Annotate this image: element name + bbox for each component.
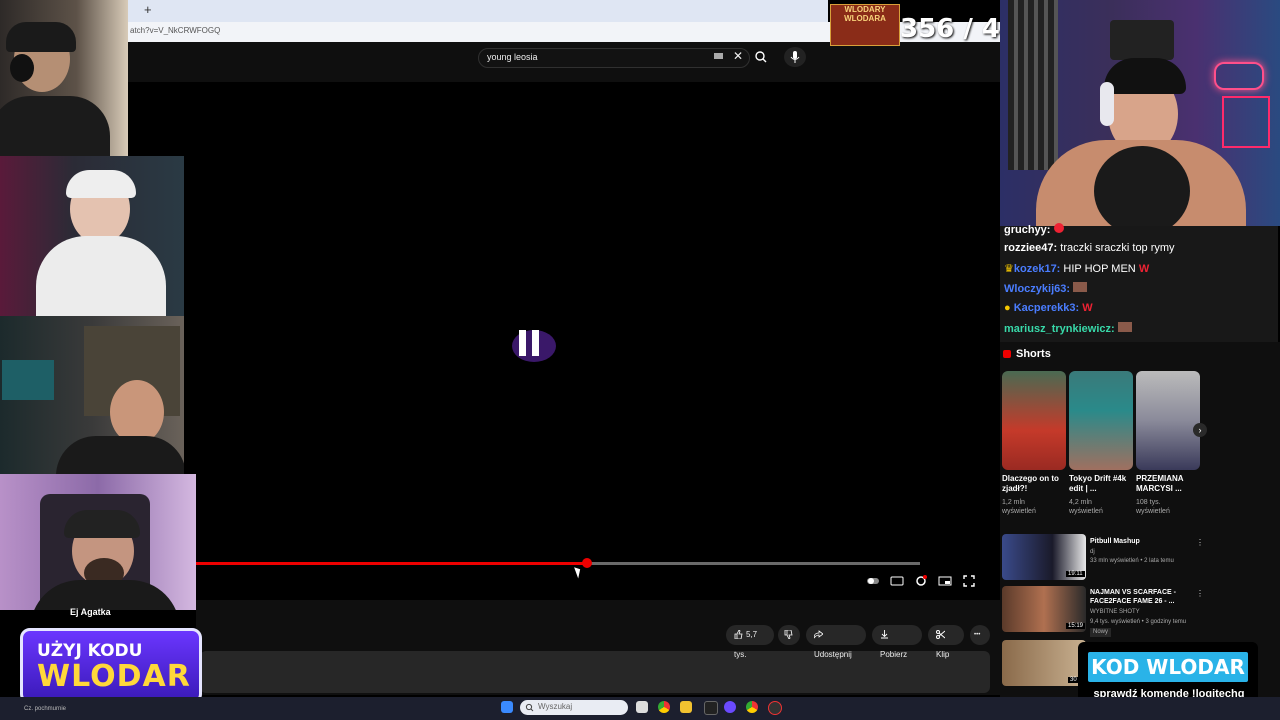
like-button[interactable]: 5,7 tys. xyxy=(726,625,774,659)
chevron-right-icon[interactable]: › xyxy=(1193,423,1207,437)
video-duration: 19:11 xyxy=(1066,571,1085,577)
w-emote-icon: W xyxy=(1138,263,1150,275)
search-icon xyxy=(755,51,767,63)
chrome-icon[interactable] xyxy=(746,701,758,713)
wlodary-badge: WLODARY WLODARA xyxy=(830,4,900,46)
autoplay-toggle[interactable] xyxy=(866,574,880,588)
short-title[interactable]: Dlaczego on to zjadł?! xyxy=(1002,474,1060,494)
webcam-4 xyxy=(0,474,196,610)
webcam-2 xyxy=(0,156,184,316)
clip-label: Klip xyxy=(936,650,950,659)
taskbar-search[interactable]: Wyszukaj xyxy=(520,700,628,715)
download-label: Pobierz xyxy=(880,650,908,659)
voice-search-button[interactable] xyxy=(784,47,806,67)
keyboard-icon[interactable] xyxy=(714,53,723,59)
thumbs-up-icon xyxy=(734,629,743,640)
video-meta: 33 mln wyświetleń • 2 lata temu xyxy=(1090,558,1174,564)
chat-message: Wloczykij63: xyxy=(1004,282,1088,295)
webcam-1 xyxy=(0,0,128,156)
short-views: 1,2 mln wyświetleń xyxy=(1002,499,1036,515)
chat-message: ● Kacperekk3: W xyxy=(1004,302,1093,314)
app-icon[interactable] xyxy=(724,701,736,713)
search-input[interactable]: young leosia ✕ xyxy=(478,48,750,68)
download-button[interactable]: Pobierz xyxy=(872,625,922,659)
chat-message: ♛kozek17: HIP HOP MEN W xyxy=(1004,263,1150,275)
thumbs-down-icon xyxy=(784,629,793,641)
badge-icon: ● xyxy=(1004,302,1011,314)
share-icon xyxy=(813,630,824,640)
share-label: Udostępnij xyxy=(814,650,852,659)
video-title[interactable]: Pitbull Mashup xyxy=(1090,537,1190,546)
cam-caption: Ej Agatka xyxy=(70,607,111,617)
progress-scrubber[interactable] xyxy=(582,558,592,568)
browser-tab-bar: + xyxy=(128,0,828,22)
taskbar-search-placeholder: Wyszukaj xyxy=(538,702,573,711)
new-tab-button[interactable]: + xyxy=(144,2,152,17)
crown-icon: ♛ xyxy=(1004,263,1014,275)
short-title[interactable]: PRZEMIANA MARCYSI ... xyxy=(1136,474,1194,494)
scissors-icon xyxy=(936,630,946,640)
video-meta: 9,4 tys. wyświetleń • 3 godziny temu xyxy=(1090,619,1187,625)
video-channel[interactable]: WYBITNE SHOTY xyxy=(1090,608,1200,617)
new-badge: Nowy xyxy=(1090,628,1112,637)
settings-gear-icon[interactable] xyxy=(914,574,928,588)
more-options-icon[interactable]: ⋮ xyxy=(1196,538,1204,547)
chat-message: mariusz_trynkiewicz: xyxy=(1004,322,1132,335)
short-thumbnail[interactable] xyxy=(1002,371,1066,470)
progress-played xyxy=(196,562,587,565)
mic-icon xyxy=(790,51,800,63)
chat-message: rozziee47: traczki sraczki top rymy xyxy=(1004,242,1175,254)
w-emote-icon: W xyxy=(1082,302,1093,314)
streamer-webcam xyxy=(1000,0,1280,250)
description-box[interactable] xyxy=(200,651,990,693)
url-text: atch?v=V_NkCRWFOGQ xyxy=(130,26,221,35)
shorts-icon xyxy=(1003,350,1011,358)
kod-title: KOD WLODAR xyxy=(1088,652,1248,682)
video-channel[interactable]: dj xyxy=(1090,548,1200,557)
more-actions-button[interactable]: ••• xyxy=(970,625,990,645)
app-icon[interactable] xyxy=(704,701,718,715)
windows-start-icon[interactable] xyxy=(501,701,513,713)
video-title[interactable]: NAJMAN VS SCARFACE - FACE2FACE FAME 26 -… xyxy=(1090,588,1190,606)
dislike-button[interactable] xyxy=(778,625,800,645)
shorts-heading: Shorts xyxy=(1016,348,1051,360)
short-views: 4,2 mln wyświetleń xyxy=(1069,499,1103,515)
clip-button[interactable]: Klip xyxy=(928,625,964,659)
more-options-icon[interactable]: ⋮ xyxy=(1196,589,1204,598)
promo-code-banner: UŻYJ KODU WLODAR xyxy=(20,628,202,704)
video-duration: 15:19 xyxy=(1066,623,1086,629)
emote-icon xyxy=(1053,223,1064,233)
promo-line2: WLODAR xyxy=(37,659,191,694)
promo-line1: UŻYJ KODU xyxy=(37,641,143,661)
chat-panel: gruchyy: rozziee47: traczki sraczki top … xyxy=(1000,223,1278,342)
download-icon xyxy=(881,630,888,639)
short-thumbnail[interactable] xyxy=(1069,371,1133,470)
short-title[interactable]: Tokyo Drift #4k edit | ... xyxy=(1069,474,1127,494)
file-explorer-icon[interactable] xyxy=(680,701,692,713)
clear-search-button[interactable]: ✕ xyxy=(733,49,743,63)
fullscreen-icon[interactable] xyxy=(962,574,976,588)
search-query: young leosia xyxy=(487,52,538,62)
subtitles-icon[interactable] xyxy=(890,574,904,588)
app-icon[interactable] xyxy=(768,701,782,715)
search-icon xyxy=(525,703,534,712)
miniplayer-icon[interactable] xyxy=(938,574,952,588)
short-views: 108 tys. wyświetleń xyxy=(1136,499,1170,515)
share-button[interactable]: Udostępnij xyxy=(806,625,866,659)
emote-icon xyxy=(1117,322,1132,332)
weather-widget[interactable]: Cz. pochmurnie xyxy=(24,706,66,712)
search-button[interactable] xyxy=(750,48,772,66)
emote-icon xyxy=(1073,282,1088,292)
task-view-icon[interactable] xyxy=(636,701,648,713)
badge-text: WLODARY WLODARA xyxy=(844,5,886,23)
webcam-3 xyxy=(0,316,184,474)
pause-icon[interactable] xyxy=(508,322,560,366)
chat-message: gruchyy: xyxy=(1004,223,1064,236)
short-thumbnail[interactable] xyxy=(1136,371,1200,470)
chrome-icon[interactable] xyxy=(658,701,670,713)
